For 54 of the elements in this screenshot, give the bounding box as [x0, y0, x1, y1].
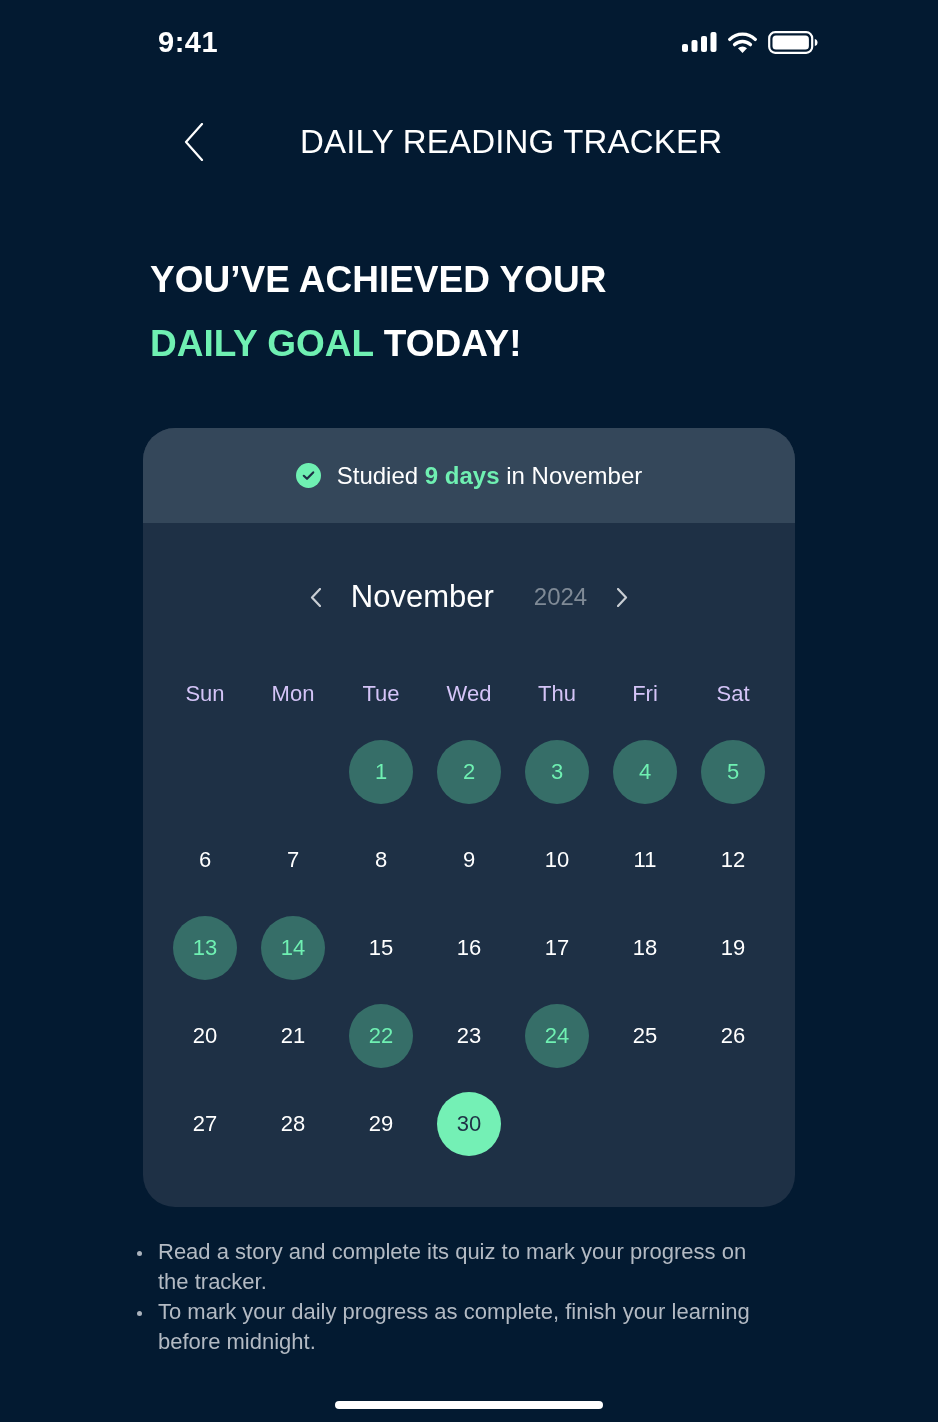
- calendar-day[interactable]: 22: [349, 1004, 413, 1068]
- calendar-day[interactable]: 11: [613, 828, 677, 892]
- weekday-label: Tue: [362, 681, 400, 707]
- calendar-day[interactable]: 1: [349, 740, 413, 804]
- calendar-day[interactable]: 24: [525, 1004, 589, 1068]
- month-label: November: [350, 579, 494, 615]
- note-text: Read a story and complete its quiz to mark your progress on the tracker.: [158, 1238, 748, 1296]
- year-label: 2024: [533, 583, 588, 611]
- calendar-day[interactable]: 13: [173, 916, 237, 980]
- calendar-day[interactable]: 19: [701, 916, 765, 980]
- screen-title: DAILY READING TRACKER: [300, 123, 723, 161]
- chevron-right-icon: [617, 587, 629, 607]
- calendar-day[interactable]: 26: [701, 1004, 765, 1068]
- calendar-day[interactable]: 28: [261, 1092, 325, 1156]
- weekday-label: Sun: [185, 681, 225, 707]
- calendar-day[interactable]: 21: [261, 1004, 325, 1068]
- weekday-label: Wed: [446, 681, 492, 707]
- calendar-day[interactable]: 5: [701, 740, 765, 804]
- calendar-day[interactable]: 23: [437, 1004, 501, 1068]
- calendar-day[interactable]: 30: [437, 1092, 501, 1156]
- calendar-day[interactable]: 8: [349, 828, 413, 892]
- goal-headline: YOU’VE ACHIEVED YOUR DAILY GOAL TODAY!: [150, 258, 608, 366]
- weekday-label: Mon: [271, 681, 315, 707]
- weekday-label: Sat: [716, 681, 750, 707]
- calendar-day[interactable]: 15: [349, 916, 413, 980]
- bullet-icon: [137, 1311, 142, 1316]
- calendar-day[interactable]: 17: [525, 916, 589, 980]
- bullet-icon: [137, 1251, 142, 1256]
- calendar-day[interactable]: 4: [613, 740, 677, 804]
- check-circle-icon: [295, 463, 321, 488]
- calendar-day[interactable]: 2: [437, 740, 501, 804]
- note-text: To mark your daily progress as complete, finish your learning before midnight.: [158, 1298, 751, 1356]
- calendar-day[interactable]: 25: [613, 1004, 677, 1068]
- weekday-label: Fri: [632, 681, 658, 707]
- signal-icon: [682, 32, 717, 52]
- studied-summary: Studied 9 days in November: [336, 461, 643, 490]
- calendar-day[interactable]: 10: [525, 828, 589, 892]
- status-time: 9:41: [158, 25, 219, 59]
- chevron-left-icon: [309, 587, 321, 607]
- battery-icon: [768, 30, 818, 54]
- calendar-day[interactable]: 16: [437, 916, 501, 980]
- calendar-day[interactable]: 29: [349, 1092, 413, 1156]
- calendar-day[interactable]: 14: [261, 916, 325, 980]
- calendar-day[interactable]: 3: [525, 740, 589, 804]
- calendar-day[interactable]: 12: [701, 828, 765, 892]
- calendar-day[interactable]: 6: [173, 828, 237, 892]
- calendar-day[interactable]: 9: [437, 828, 501, 892]
- wifi-icon: [728, 31, 757, 53]
- calendar-day[interactable]: 7: [261, 828, 325, 892]
- chevron-left-icon: [184, 123, 204, 161]
- calendar-day[interactable]: 27: [173, 1092, 237, 1156]
- calendar-day[interactable]: 18: [613, 916, 677, 980]
- weekday-label: Thu: [538, 681, 576, 707]
- calendar-day[interactable]: 20: [173, 1004, 237, 1068]
